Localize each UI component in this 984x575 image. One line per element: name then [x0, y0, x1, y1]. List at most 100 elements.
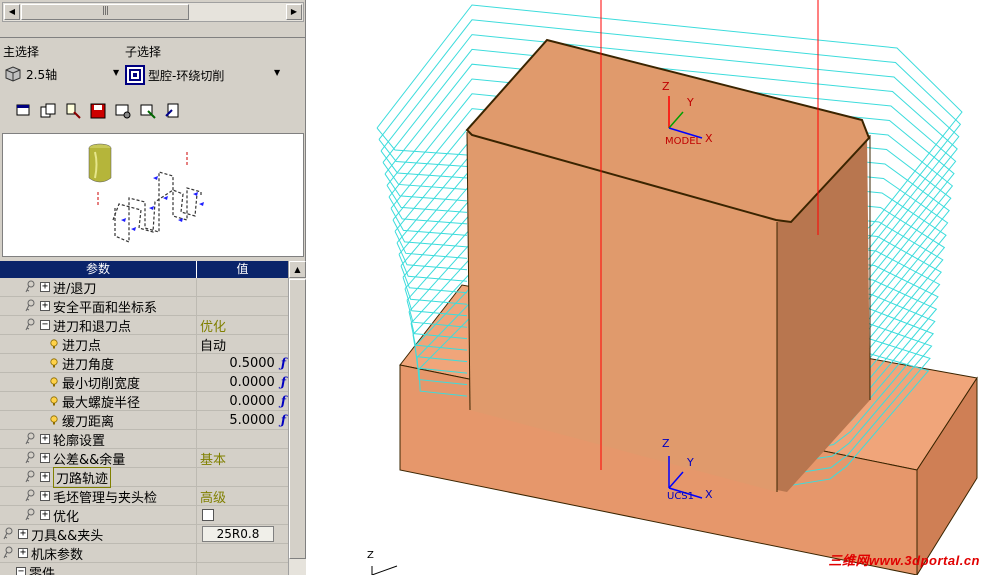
expand-icon[interactable]: +	[40, 510, 50, 520]
sub-selection-label: 子选择	[125, 45, 162, 59]
collapse-icon[interactable]: −	[16, 567, 26, 575]
formula-icon[interactable]: ƒ	[281, 413, 286, 427]
report-icon[interactable]	[164, 102, 182, 120]
param-value-cell[interactable]: 自动	[197, 335, 288, 354]
sub-dropdown-arrow-icon[interactable]: ▼	[274, 68, 280, 77]
scroll-right-arrow-icon[interactable]: ▶	[286, 4, 302, 20]
param-row[interactable]: + 刀路轨迹	[0, 466, 288, 488]
param-value: 自动	[200, 338, 227, 354]
param-label: 轮廓设置	[53, 433, 106, 449]
param-value-cell[interactable]: 0.0000 ƒ	[197, 373, 288, 392]
model-y-label: Y	[687, 96, 694, 109]
param-row[interactable]: + 优化	[0, 505, 288, 525]
param-row[interactable]: + 轮廓设置	[0, 429, 288, 449]
param-name-cell: + 机床参数	[0, 543, 197, 563]
param-row[interactable]: + 公差&&余量 基本	[0, 448, 288, 468]
param-value-cell[interactable]: 高级	[197, 487, 288, 506]
param-value-cell[interactable]: 0.0000 ƒ	[197, 392, 288, 411]
param-value-cell[interactable]	[197, 563, 288, 575]
lock-key-icon	[24, 299, 40, 313]
toolpath-contour	[392, 219, 468, 248]
param-value-cell[interactable]	[197, 297, 288, 316]
scroll-up-arrow-icon[interactable]: ▲	[289, 261, 306, 278]
param-row[interactable]: + 机床参数	[0, 543, 288, 563]
tool-name-field[interactable]: 25R0.8	[202, 526, 274, 542]
param-label: 零件	[29, 566, 56, 575]
param-label: 最小切削宽度	[62, 376, 141, 392]
ucs-y-label: Y	[687, 456, 694, 469]
param-name-cell: + 优化	[0, 505, 197, 525]
param-label: 进刀角度	[62, 357, 115, 373]
value-column-header[interactable]: 值	[197, 261, 288, 278]
param-name-cell: + 公差&&余量	[0, 448, 197, 468]
lock-key-icon	[24, 451, 40, 465]
param-row[interactable]: 进刀角度 0.5000 ƒ	[0, 353, 288, 373]
param-value-cell[interactable]	[197, 278, 288, 297]
param-name-cell: + 轮廓设置	[0, 429, 197, 449]
wizard-icon[interactable]	[139, 102, 157, 120]
tool-icon[interactable]	[64, 102, 82, 120]
model-x-label: X	[705, 132, 713, 145]
selection-row: 主选择 2.5轴 ▼ 子选择 型腔-环绕切削 ▼	[0, 37, 306, 95]
copy-icon[interactable]	[39, 102, 57, 120]
ucs-z-label: Z	[662, 437, 670, 450]
param-row[interactable]: + 刀具&&夹头 25R0.8	[0, 524, 288, 544]
formula-icon[interactable]: ƒ	[281, 394, 286, 408]
main-selection-label: 主选择	[3, 45, 40, 59]
optimize-checkbox[interactable]	[202, 509, 214, 521]
3d-viewport[interactable]: Z Y X MODEL Z Y X UCS1 Z 三维网www.3dportal…	[307, 0, 984, 575]
param-value-cell[interactable]	[197, 468, 288, 487]
expand-icon[interactable]: +	[18, 548, 28, 558]
param-value-cell[interactable]	[197, 506, 288, 525]
pocket-icon	[125, 65, 145, 85]
param-row[interactable]: − 进刀和退刀点 优化	[0, 315, 288, 335]
param-value: 基本	[200, 452, 227, 468]
param-value-cell[interactable]	[197, 430, 288, 449]
formula-icon[interactable]: ƒ	[281, 356, 286, 370]
param-value-cell[interactable]: 25R0.8	[197, 525, 288, 544]
expand-icon[interactable]: +	[40, 434, 50, 444]
collapse-icon[interactable]: −	[40, 320, 50, 330]
expand-icon[interactable]: +	[40, 472, 50, 482]
settings-icon[interactable]	[114, 102, 132, 120]
param-row[interactable]: 最大螺旋半径 0.0000 ƒ	[0, 391, 288, 411]
main-dropdown-arrow-icon[interactable]: ▼	[113, 68, 119, 77]
vertical-scrollbar[interactable]: ▲	[288, 261, 306, 575]
param-column-header[interactable]: 参数	[0, 261, 197, 278]
param-row[interactable]: 缓刀距离 5.0000 ƒ	[0, 410, 288, 430]
scroll-thumb[interactable]	[289, 279, 306, 559]
param-name-cell: 进刀点	[0, 334, 197, 354]
param-value: 0.0000	[229, 393, 275, 409]
param-value-cell[interactable]	[197, 544, 288, 563]
param-name-cell: + 刀路轨迹	[0, 466, 197, 488]
toolpath-contour	[378, 139, 468, 167]
formula-icon[interactable]: ƒ	[281, 375, 286, 389]
param-value-cell[interactable]: 优化	[197, 316, 288, 335]
param-row[interactable]: − 零件	[0, 562, 288, 575]
expand-icon[interactable]: +	[40, 453, 50, 463]
lock-key-icon	[24, 489, 40, 503]
main-selection-dropdown[interactable]: 2.5轴	[3, 65, 57, 83]
lock-key-icon	[2, 527, 18, 541]
param-row[interactable]: + 进/退刀	[0, 277, 288, 297]
scroll-thumb[interactable]: |||	[21, 4, 189, 20]
window-icon[interactable]	[14, 102, 32, 120]
expand-icon[interactable]: +	[40, 491, 50, 501]
param-value-cell[interactable]: 基本	[197, 449, 288, 468]
param-row[interactable]: + 毛坯管理与夹头检 高级	[0, 486, 288, 506]
param-row[interactable]: + 安全平面和坐标系	[0, 296, 288, 316]
param-name-cell: 最小切削宽度	[0, 372, 197, 392]
expand-icon[interactable]: +	[40, 301, 50, 311]
expand-icon[interactable]: +	[18, 529, 28, 539]
param-name-cell: − 零件	[0, 562, 197, 575]
sub-selection-dropdown[interactable]: 型腔-环绕切削	[125, 65, 224, 85]
horizontal-scrollbar[interactable]: ◀ ||| ▶	[2, 2, 304, 22]
scroll-left-arrow-icon[interactable]: ◀	[4, 4, 20, 20]
param-value-cell[interactable]: 0.5000 ƒ	[197, 354, 288, 373]
cube-icon	[5, 66, 21, 82]
save-icon[interactable]	[89, 102, 107, 120]
param-value-cell[interactable]: 5.0000 ƒ	[197, 411, 288, 430]
param-row[interactable]: 进刀点 自动	[0, 334, 288, 354]
param-row[interactable]: 最小切削宽度 0.0000 ƒ	[0, 372, 288, 392]
expand-icon[interactable]: +	[40, 282, 50, 292]
